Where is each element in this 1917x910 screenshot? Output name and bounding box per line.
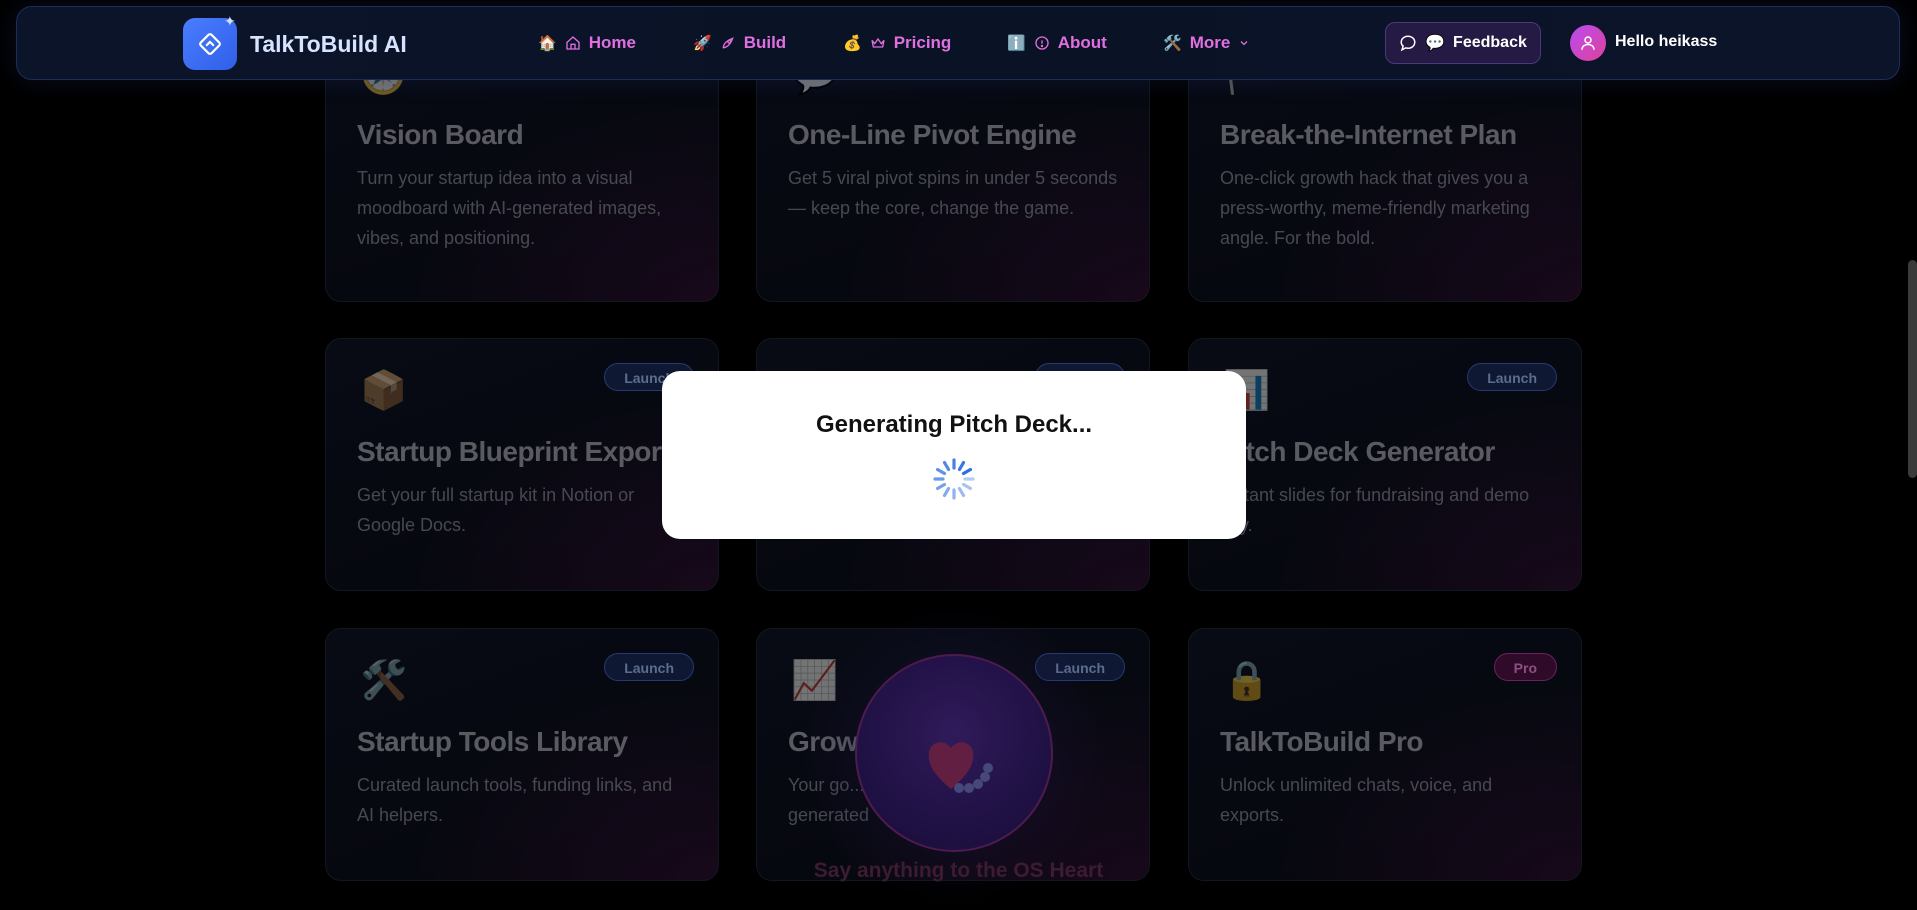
- nav-about-label: About: [1057, 33, 1107, 52]
- tools-icon: 🛠️: [360, 660, 408, 702]
- user-avatar-icon[interactable]: [1570, 25, 1606, 61]
- card-title: TalkToBuild Pro: [1220, 726, 1424, 757]
- tools-emoji-icon: 🛠️: [1163, 35, 1182, 52]
- rocket-icon: [722, 37, 734, 49]
- nav-about[interactable]: ℹ️ About: [1007, 33, 1107, 53]
- loading-spinner-icon: [933, 458, 975, 500]
- feedback-button[interactable]: 💬 Feedback: [1385, 22, 1541, 64]
- nav-build[interactable]: 🚀 Build: [693, 33, 786, 53]
- card-description: Curated launch tools, funding links, and…: [357, 775, 673, 825]
- page-scrollbar[interactable]: [1908, 260, 1917, 478]
- chevron-down-icon: [1240, 41, 1248, 46]
- card-title: Startup Blueprint Export: [357, 436, 671, 467]
- nav-pricing[interactable]: 💰 Pricing: [843, 33, 951, 53]
- card-startup-blueprint-export[interactable]: Launch 📦 Startup Blueprint Export Get yo…: [325, 338, 719, 591]
- nav-home-label: Home: [588, 33, 636, 52]
- card-description: Get 5 viral pivot spins in under 5 secon…: [788, 168, 1118, 218]
- card-title: Break-the-Internet Plan: [1220, 119, 1517, 150]
- modal-title: Generating Pitch Deck...: [815, 411, 1093, 438]
- voice-caption: Say anything to the OS Heart: [813, 859, 1104, 882]
- nav-more-label: More: [1189, 33, 1231, 52]
- top-navbar: ✦ TalkToBuild AI 🏠 Home 🚀 Build 💰 Pricin…: [16, 6, 1900, 80]
- package-icon: 📦: [360, 370, 408, 412]
- card-startup-tools-library[interactable]: Launch 🛠️ Startup Tools Library Curated …: [325, 628, 719, 881]
- user-greeting[interactable]: Hello heikass: [1615, 33, 1717, 51]
- loading-modal: Generating Pitch Deck...: [662, 371, 1246, 539]
- feedback-label: Feedback: [1453, 34, 1527, 51]
- speech-emoji-icon: 💬: [1425, 35, 1446, 52]
- card-title: One-Line Pivot Engine: [788, 119, 1077, 150]
- card-title: Vision Board: [357, 119, 524, 150]
- spinner-tick: [942, 486, 951, 498]
- info-emoji-icon: ℹ️: [1007, 35, 1026, 52]
- card-description: Unlock unlimited chats, voice, and expor…: [1220, 775, 1493, 825]
- spinner-tick: [957, 460, 966, 472]
- sparkle-icon: ✦: [224, 13, 236, 29]
- spinner-tick: [942, 460, 951, 472]
- nav-more[interactable]: 🛠️ More: [1163, 33, 1250, 53]
- voice-orb-button[interactable]: [855, 654, 1053, 852]
- moneybag-emoji-icon: 💰: [843, 35, 862, 52]
- info-icon: [1035, 36, 1049, 50]
- chat-bubble-icon: [1400, 35, 1416, 52]
- card-description: One-click growth hack that gives you a p…: [1220, 168, 1530, 248]
- rocket-emoji-icon: 🚀: [693, 35, 712, 52]
- house-emoji-icon: 🏠: [538, 35, 557, 52]
- launch-badge[interactable]: Launch: [604, 653, 694, 681]
- card-title: Pitch Deck Generator: [1220, 436, 1495, 467]
- crown-icon: [871, 37, 885, 48]
- card-pitch-deck-generator[interactable]: Launch 📊 Pitch Deck Generator Instant sl…: [1188, 338, 1582, 591]
- launch-badge[interactable]: Launch: [1467, 363, 1557, 391]
- spinner-tick: [961, 482, 973, 491]
- nav-build-label: Build: [743, 33, 787, 52]
- card-description: Instant slides for fundraising and demo …: [1220, 485, 1530, 535]
- home-icon: [566, 36, 580, 50]
- card-title: Startup Tools Library: [357, 726, 628, 757]
- spinner-tick: [935, 467, 947, 476]
- nav-home[interactable]: 🏠 Home: [538, 33, 636, 53]
- heart-wave-icon: [928, 742, 993, 793]
- spinner-tick: [961, 467, 973, 476]
- card-talktobuild-pro[interactable]: Pro 🔒 TalkToBuild Pro Unlock unlimited c…: [1188, 628, 1582, 881]
- pro-badge[interactable]: Pro: [1493, 653, 1557, 681]
- brand-name[interactable]: TalkToBuild AI: [250, 31, 407, 58]
- spinner-tick: [935, 482, 947, 491]
- nav-pricing-label: Pricing: [893, 33, 952, 52]
- spinner-tick: [957, 486, 966, 498]
- lock-icon: 🔒: [1223, 660, 1271, 702]
- card-description: Get your full startup kit in Notion or G…: [357, 485, 635, 535]
- card-description: Turn your startup idea into a visual moo…: [357, 168, 662, 248]
